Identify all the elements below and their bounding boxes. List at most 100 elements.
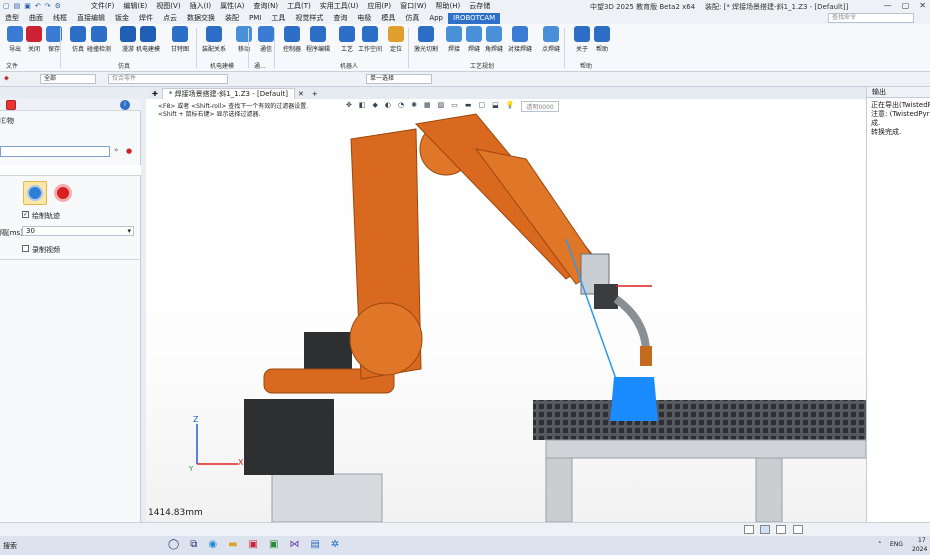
taskbar-search[interactable]: 搜索	[3, 541, 17, 551]
zw3d-icon[interactable]: ✲	[331, 539, 339, 550]
maximize-icon[interactable]: ▢	[902, 1, 910, 10]
help-icon	[594, 26, 610, 42]
layout-icon[interactable]	[744, 525, 754, 534]
undo-icon[interactable]: ↶	[35, 2, 41, 10]
screen-icon[interactable]	[760, 525, 770, 534]
panel-icon[interactable]	[793, 525, 803, 534]
ribbon-button-7[interactable]: 甘特图	[168, 26, 192, 53]
ribbon-tab[interactable]: PMI	[244, 13, 266, 24]
explorer-icon[interactable]: ▬	[228, 539, 237, 550]
window-icon[interactable]	[776, 525, 786, 534]
ribbon-tab[interactable]: 曲面	[24, 13, 48, 24]
filter-toolbar: ⬥ 全部 仅合零件 单一选择	[0, 72, 930, 87]
ribbon-button-20[interactable]: 对接焊缝	[508, 26, 532, 53]
ribbon-tab[interactable]: App	[424, 13, 448, 24]
ribbon-tab[interactable]: 查询	[328, 13, 352, 24]
menu-item[interactable]: 帮助(H)	[435, 1, 460, 11]
new-tab-icon[interactable]: +	[308, 90, 322, 99]
ribbon-tab[interactable]: 装配	[220, 13, 244, 24]
quick-access: ▢ ▤ ▣ ↶ ↷ ⚙	[0, 2, 61, 10]
ribbon-button-label: 碰撞检测	[87, 46, 112, 53]
ribbon-button-11[interactable]: 控制器	[280, 26, 304, 53]
3d-viewport[interactable]: <F8> 或者 <Shift-roll> 查找下一个有效的过滤器设置. <Shi…	[146, 99, 866, 522]
info-icon[interactable]: i	[120, 100, 130, 110]
vs-icon[interactable]: ⋈	[289, 539, 299, 550]
chevron-down-icon[interactable]: »	[114, 146, 118, 154]
ribbon-tab[interactable]: 线框	[48, 13, 72, 24]
menu-item[interactable]: 应用(P)	[367, 1, 391, 11]
clock-time[interactable]: 17	[918, 537, 926, 544]
close-tab-icon[interactable]: ✕	[295, 90, 308, 99]
ribbon-button-19[interactable]: 角焊缝	[482, 26, 506, 53]
ribbon-button-8[interactable]: 装配关系	[202, 26, 226, 53]
filter-select[interactable]: 全部	[40, 74, 96, 84]
pin-icon[interactable]: ✚	[146, 90, 162, 99]
interval-select[interactable]: 30 ▾	[22, 226, 134, 236]
tray-chevron-icon[interactable]: ˄	[878, 541, 882, 549]
menu-item[interactable]: 插入(I)	[190, 1, 212, 11]
ime-indicator[interactable]: ENG	[890, 541, 903, 548]
select-mode-dropdown[interactable]: 单一选择	[366, 74, 432, 84]
record-video-checkbox[interactable]	[22, 245, 29, 252]
ribbon-button-6[interactable]: 机电建模	[136, 26, 160, 53]
new-icon[interactable]: ▢	[3, 2, 10, 10]
app-icon-2[interactable]: ▣	[269, 539, 278, 550]
minimize-icon[interactable]: —	[884, 1, 892, 10]
record-button[interactable]	[51, 181, 75, 205]
ribbon-tab[interactable]: 工具	[266, 13, 290, 24]
play-button[interactable]	[23, 181, 47, 205]
menu-item[interactable]: 工具(T)	[287, 1, 311, 11]
ribbon-tab[interactable]: 数据交换	[182, 13, 220, 24]
save-icon[interactable]: ▣	[24, 2, 31, 10]
part-filter-input[interactable]: 仅合零件	[108, 74, 228, 84]
menu-item[interactable]: 文件(F)	[91, 1, 115, 11]
ribbon-button-16[interactable]: 激光切割	[414, 26, 438, 53]
ribbon-group-label: 文件	[6, 63, 19, 70]
app-icon-3[interactable]: ▤	[310, 539, 319, 550]
start-icon[interactable]: ◯	[168, 539, 179, 550]
panel-ok-icon[interactable]	[6, 100, 16, 110]
ribbon-button-9[interactable]: 移动	[232, 26, 256, 53]
ribbon-button-14[interactable]: 工作空间	[358, 26, 382, 53]
draw-path-checkbox[interactable]: ✓	[22, 211, 29, 218]
command-search-input[interactable]: 查找命令	[828, 13, 914, 23]
ribbon-button-12[interactable]: 程序编辑	[306, 26, 330, 53]
process-icon	[339, 26, 355, 42]
target-input[interactable]	[0, 146, 110, 157]
ribbon-tab[interactable]: 焊件	[134, 13, 158, 24]
menu-item[interactable]: 查询(N)	[253, 1, 278, 11]
ribbon-button-2[interactable]: 保存	[42, 26, 66, 53]
ribbon-button-21[interactable]: 点焊缝	[539, 26, 563, 53]
ribbon-button-15[interactable]: 定位	[384, 26, 408, 53]
menu-item[interactable]: 视图(V)	[156, 1, 180, 11]
task-view-icon[interactable]: ⧉	[190, 539, 197, 550]
edge-icon[interactable]: ◉	[208, 539, 217, 550]
ribbon-tab[interactable]: IROBOTCAM	[448, 13, 501, 24]
menu-item[interactable]: 实用工具(U)	[320, 1, 359, 11]
ribbon-tab[interactable]: 直接编辑	[72, 13, 110, 24]
pick-icon[interactable]: ●	[126, 147, 132, 155]
ribbon-tab[interactable]: 模具	[376, 13, 400, 24]
ribbon-button-label: 角焊缝	[484, 46, 503, 53]
ribbon-tab[interactable]: 点云	[158, 13, 182, 24]
menu-item[interactable]: 编辑(E)	[123, 1, 147, 11]
document-tab[interactable]: * 焊接场景搭建-斜1_1.Z3 - [Default]	[161, 88, 296, 99]
ribbon-button-4[interactable]: 碰撞检测	[87, 26, 111, 53]
open-icon[interactable]: ▤	[14, 2, 21, 10]
app-icon-1[interactable]: ▣	[249, 539, 258, 550]
redo-icon[interactable]: ↷	[45, 2, 51, 10]
menu-item[interactable]: 属性(A)	[220, 1, 244, 11]
filter-icon[interactable]: ⬥	[4, 74, 9, 83]
menu-item[interactable]: 云存储	[469, 1, 490, 11]
ribbon-tab[interactable]: 仿真	[400, 13, 424, 24]
ribbon-button-23[interactable]: 帮助	[590, 26, 614, 53]
menu-item[interactable]: 窗口(W)	[400, 1, 426, 11]
close-icon[interactable]: ✕	[919, 1, 926, 10]
ribbon-button-13[interactable]: 工艺	[335, 26, 359, 53]
ribbon-tab[interactable]: 造型	[0, 13, 24, 24]
ribbon-tab[interactable]: 电极	[352, 13, 376, 24]
ribbon-tab[interactable]: 视觉样式	[290, 13, 328, 24]
ribbon-tab[interactable]: 钣金	[110, 13, 134, 24]
clock-date[interactable]: 2024	[912, 546, 927, 553]
settings-icon[interactable]: ⚙	[55, 2, 61, 10]
